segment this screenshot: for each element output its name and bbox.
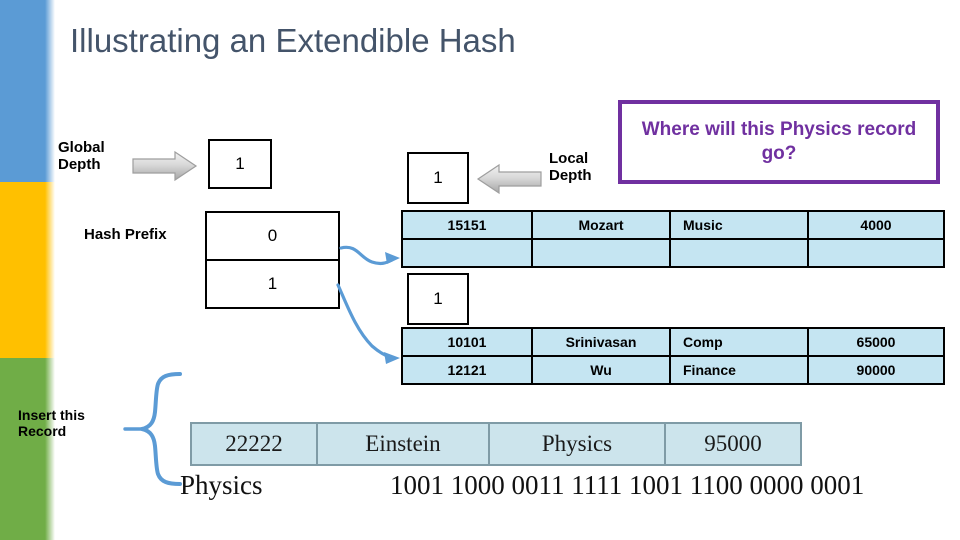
hash-directory-table: 0 1: [205, 211, 340, 309]
local-depth-box-bucket-1: 1: [407, 152, 469, 204]
label-insert-this-record: Insert this Record: [18, 407, 85, 439]
bucket-table-1: 15151 Mozart Music 4000: [401, 210, 945, 268]
local-depth-box-bucket-2: 1: [407, 273, 469, 325]
sidebar-band-blue: [0, 0, 55, 182]
bucket1-row1-name: Mozart: [531, 210, 671, 240]
sidebar-band-yellow: [0, 182, 55, 358]
global-depth-box: 1: [208, 139, 272, 189]
record-brace-icon: [123, 372, 182, 486]
directory-entry-1[interactable]: 1: [205, 259, 340, 309]
table-row: 22222 Einstein Physics 95000: [190, 422, 802, 466]
bucket1-row2-name: [531, 238, 671, 268]
table-row: 12121 Wu Finance 90000: [401, 355, 945, 385]
table-row: 0: [205, 211, 340, 261]
table-row: [401, 238, 945, 268]
sidebar-band-yellow-fade: [45, 182, 55, 358]
label-hash-prefix: Hash Prefix: [84, 226, 167, 243]
color-sidebar: [0, 0, 55, 540]
bucket2-row1-dept: Comp: [669, 327, 809, 357]
table-row: 10101 Srinivasan Comp 65000: [401, 327, 945, 357]
label-local-depth: Local Depth: [549, 150, 592, 184]
hash-value-line: Physics 1001 1000 0011 1111 1001 1100 000…: [180, 470, 864, 501]
bucket1-row1-id: 15151: [401, 210, 533, 240]
bucket1-row1-salary: 4000: [807, 210, 945, 240]
page-title: Illustrating an Extendible Hash: [70, 22, 516, 59]
label-global-depth: Global Depth: [58, 139, 105, 173]
bucket2-row1-name: Srinivasan: [531, 327, 671, 357]
table-row: 15151 Mozart Music 4000: [401, 210, 945, 240]
bucket2-row2-dept: Finance: [669, 355, 809, 385]
insert-record-salary: 95000: [664, 422, 802, 466]
insert-record-table: 22222 Einstein Physics 95000: [190, 422, 802, 466]
hash-key-text: Physics: [180, 470, 263, 500]
bucket2-row1-salary: 65000: [807, 327, 945, 357]
pointer-arrow-dir1-to-bucket2: [336, 283, 400, 364]
bucket2-row2-id: 12121: [401, 355, 533, 385]
bucket1-row1-dept: Music: [669, 210, 809, 240]
pointer-arrow-dir0-to-bucket1: [339, 245, 400, 266]
slide-canvas: Illustrating an Extendible Hash Global D…: [0, 0, 960, 540]
insert-record-id: 22222: [190, 422, 318, 466]
bucket1-row2-salary: [807, 238, 945, 268]
question-callout: Where will this Physics record go?: [618, 100, 940, 184]
bucket2-row2-name: Wu: [531, 355, 671, 385]
table-row: 1: [205, 259, 340, 309]
directory-entry-0[interactable]: 0: [205, 211, 340, 261]
sidebar-band-green: [0, 358, 55, 540]
gray-arrow-right-icon: [132, 150, 198, 182]
insert-record-name: Einstein: [316, 422, 490, 466]
bucket-table-2: 10101 Srinivasan Comp 65000 12121 Wu Fin…: [401, 327, 945, 385]
bucket1-row2-id: [401, 238, 533, 268]
sidebar-band-blue-fade: [45, 0, 55, 182]
bucket1-row2-dept: [669, 238, 809, 268]
gray-arrow-left-icon: [476, 163, 542, 195]
hash-bits-text: 1001 1000 0011 1111 1001 1100 0000 0001: [390, 470, 865, 500]
insert-record-dept: Physics: [488, 422, 666, 466]
bucket2-row1-id: 10101: [401, 327, 533, 357]
bucket2-row2-salary: 90000: [807, 355, 945, 385]
sidebar-band-green-fade: [45, 358, 55, 540]
